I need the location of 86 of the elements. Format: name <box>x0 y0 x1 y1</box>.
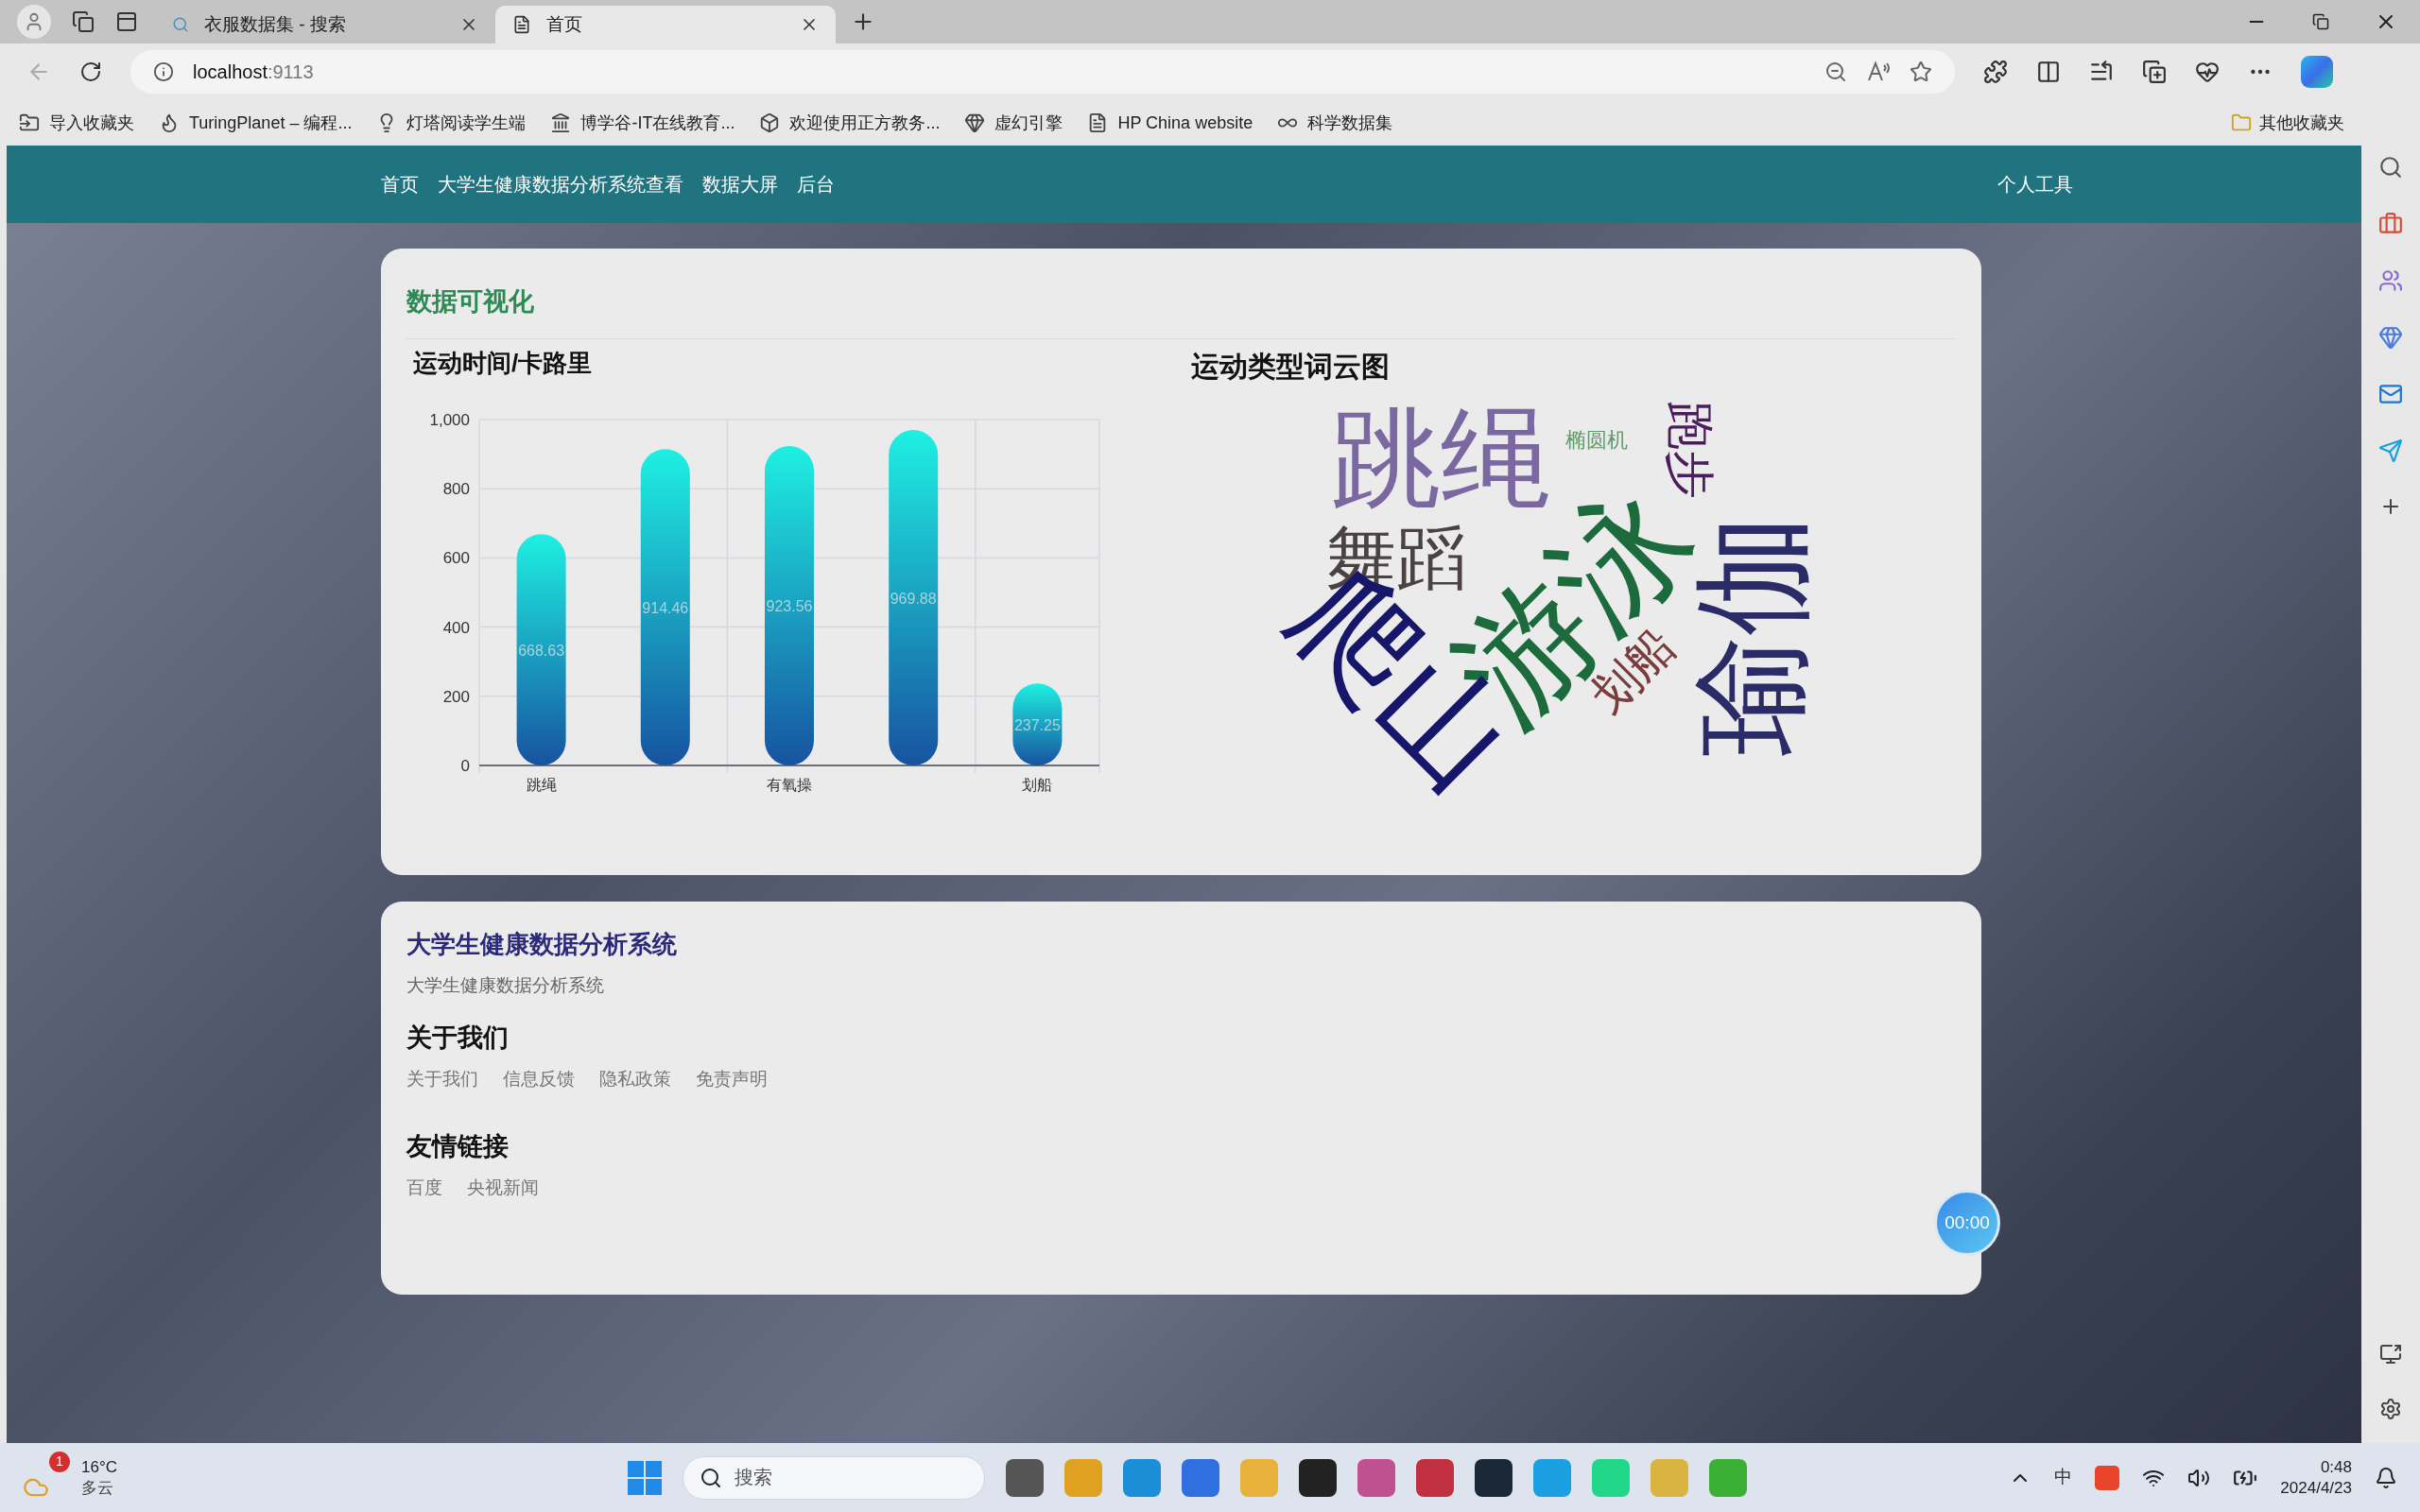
search-icon <box>700 1466 722 1489</box>
mail-icon[interactable] <box>2378 382 2403 406</box>
bar-value-label: 668.63 <box>518 642 565 659</box>
footer-link[interactable]: 免责声明 <box>696 1066 768 1093</box>
section-heading: 友情链接 <box>406 1130 510 1162</box>
tab-title: 首页 <box>546 12 583 36</box>
app-tray-icon[interactable] <box>2095 1465 2120 1490</box>
notification-icon[interactable] <box>2375 1466 2397 1489</box>
bar-value-label: 969.88 <box>890 590 937 606</box>
tab-title: 衣服数据集 - 搜索 <box>204 12 347 36</box>
taskbar-app-icon[interactable] <box>1299 1458 1337 1497</box>
chart-title: 运动时间/卡路里 <box>413 347 594 379</box>
bar-value-label: 914.46 <box>642 599 689 616</box>
bookmark-item[interactable]: HP China website <box>1087 110 1253 136</box>
restore-icon[interactable] <box>2312 13 2329 30</box>
taskbar-search-field[interactable]: 搜索 <box>683 1455 985 1500</box>
reload-icon[interactable] <box>79 60 102 83</box>
info-icon <box>153 61 174 82</box>
nav-link[interactable]: 首页 <box>381 170 419 198</box>
chart-title: 运动类型词云图 <box>1191 349 1391 384</box>
browser-tab[interactable]: 首页 <box>495 6 836 43</box>
search-icon[interactable] <box>2378 155 2403 180</box>
import-icon <box>19 112 40 133</box>
gem-icon[interactable] <box>2378 325 2403 350</box>
screen-icon[interactable] <box>2379 1343 2402 1366</box>
clock[interactable]: 0:48 2024/4/23 <box>2280 1457 2352 1498</box>
site-title: 大学生健康数据分析系统 <box>406 929 678 960</box>
card-title: 数据可视化 <box>406 286 535 318</box>
browser-tab[interactable]: 衣服数据集 - 搜索 <box>155 6 495 43</box>
bookmark-item[interactable]: 导入收藏夹 <box>19 110 134 136</box>
bookmark-item[interactable]: TuringPlanet – 编程... <box>159 110 353 136</box>
bar-value-label: 237.25 <box>1013 716 1061 733</box>
page-icon <box>512 15 531 34</box>
health-icon[interactable] <box>2195 60 2220 84</box>
bookmark-item[interactable]: 博学谷-IT在线教育... <box>550 110 735 136</box>
weather-desc: 多云 <box>81 1477 114 1498</box>
briefcase-icon[interactable] <box>2378 212 2403 236</box>
collections-icon[interactable] <box>2142 60 2167 84</box>
axis-label: 跳绳 <box>526 776 557 793</box>
footer-link[interactable]: 隐私政策 <box>599 1066 671 1093</box>
zoom-out-icon[interactable] <box>1824 60 1847 83</box>
bar-value-label: 923.56 <box>766 597 813 614</box>
notification-badge: 1 <box>49 1451 70 1472</box>
taskbar-app-icon[interactable] <box>1475 1458 1512 1497</box>
bookmark-item[interactable]: 灯塔阅读学生端 <box>376 110 527 136</box>
section-heading: 关于我们 <box>406 1022 510 1054</box>
footer-link[interactable]: 关于我们 <box>406 1066 478 1093</box>
profile-avatar[interactable] <box>17 5 51 39</box>
url-text: localhost:9113 <box>193 60 314 84</box>
favorite-star-icon[interactable] <box>1910 60 1932 83</box>
axis-label: 200 <box>442 687 470 706</box>
bookmark-item[interactable]: 科学数据集 <box>1277 110 1393 136</box>
site-subtitle: 大学生健康数据分析系统 <box>406 974 605 997</box>
tab-actions-icon[interactable] <box>115 10 138 33</box>
folder-icon <box>2231 112 2252 133</box>
axis-label: 1,000 <box>429 410 470 429</box>
taskbar-app-icon[interactable] <box>1006 1458 1044 1497</box>
people-icon[interactable] <box>2378 268 2403 293</box>
nav-link[interactable]: 数据大屏 <box>702 170 778 198</box>
windows-logo-icon[interactable] <box>628 1460 662 1495</box>
search-icon <box>172 16 189 33</box>
nav-link[interactable]: 后台 <box>797 170 835 198</box>
axis-label: 600 <box>442 548 470 567</box>
settings-icon[interactable] <box>2379 1398 2402 1420</box>
footer-link[interactable]: 百度 <box>406 1175 442 1202</box>
workspaces-icon[interactable] <box>72 10 95 33</box>
footer-link[interactable]: 信息反馈 <box>503 1066 575 1093</box>
axis-label: 有氧操 <box>767 776 812 793</box>
cube-icon <box>759 112 781 133</box>
other-bookmarks-folder[interactable]: 其他收藏夹 <box>2231 110 2344 136</box>
footer-link[interactable]: 央视新闻 <box>467 1175 539 1202</box>
nav-link[interactable]: 个人工具 <box>1997 170 2073 198</box>
bookmark-item[interactable]: 虚幻引擎 <box>964 110 1063 136</box>
axis-label: 0 <box>460 756 470 775</box>
cloud-word: 跑步 <box>1666 400 1715 499</box>
weather-temp: 16°C <box>81 1457 117 1478</box>
address-bar[interactable]: localhost:9113 <box>130 50 1955 94</box>
axis-label: 400 <box>442 618 470 637</box>
axis-label: 划船 <box>1022 776 1053 793</box>
ime-indicator[interactable]: 中 <box>2054 1464 2073 1491</box>
extensions-icon[interactable] <box>1983 60 2008 84</box>
split-screen-icon[interactable] <box>2036 60 2061 84</box>
axis-label: 800 <box>442 479 470 498</box>
bookmark-item[interactable]: 欢迎使用正方教务... <box>759 110 941 136</box>
nav-link[interactable]: 大学生健康数据分析系统查看 <box>438 170 683 198</box>
cloud-word: 椭圆机 <box>1565 429 1628 451</box>
